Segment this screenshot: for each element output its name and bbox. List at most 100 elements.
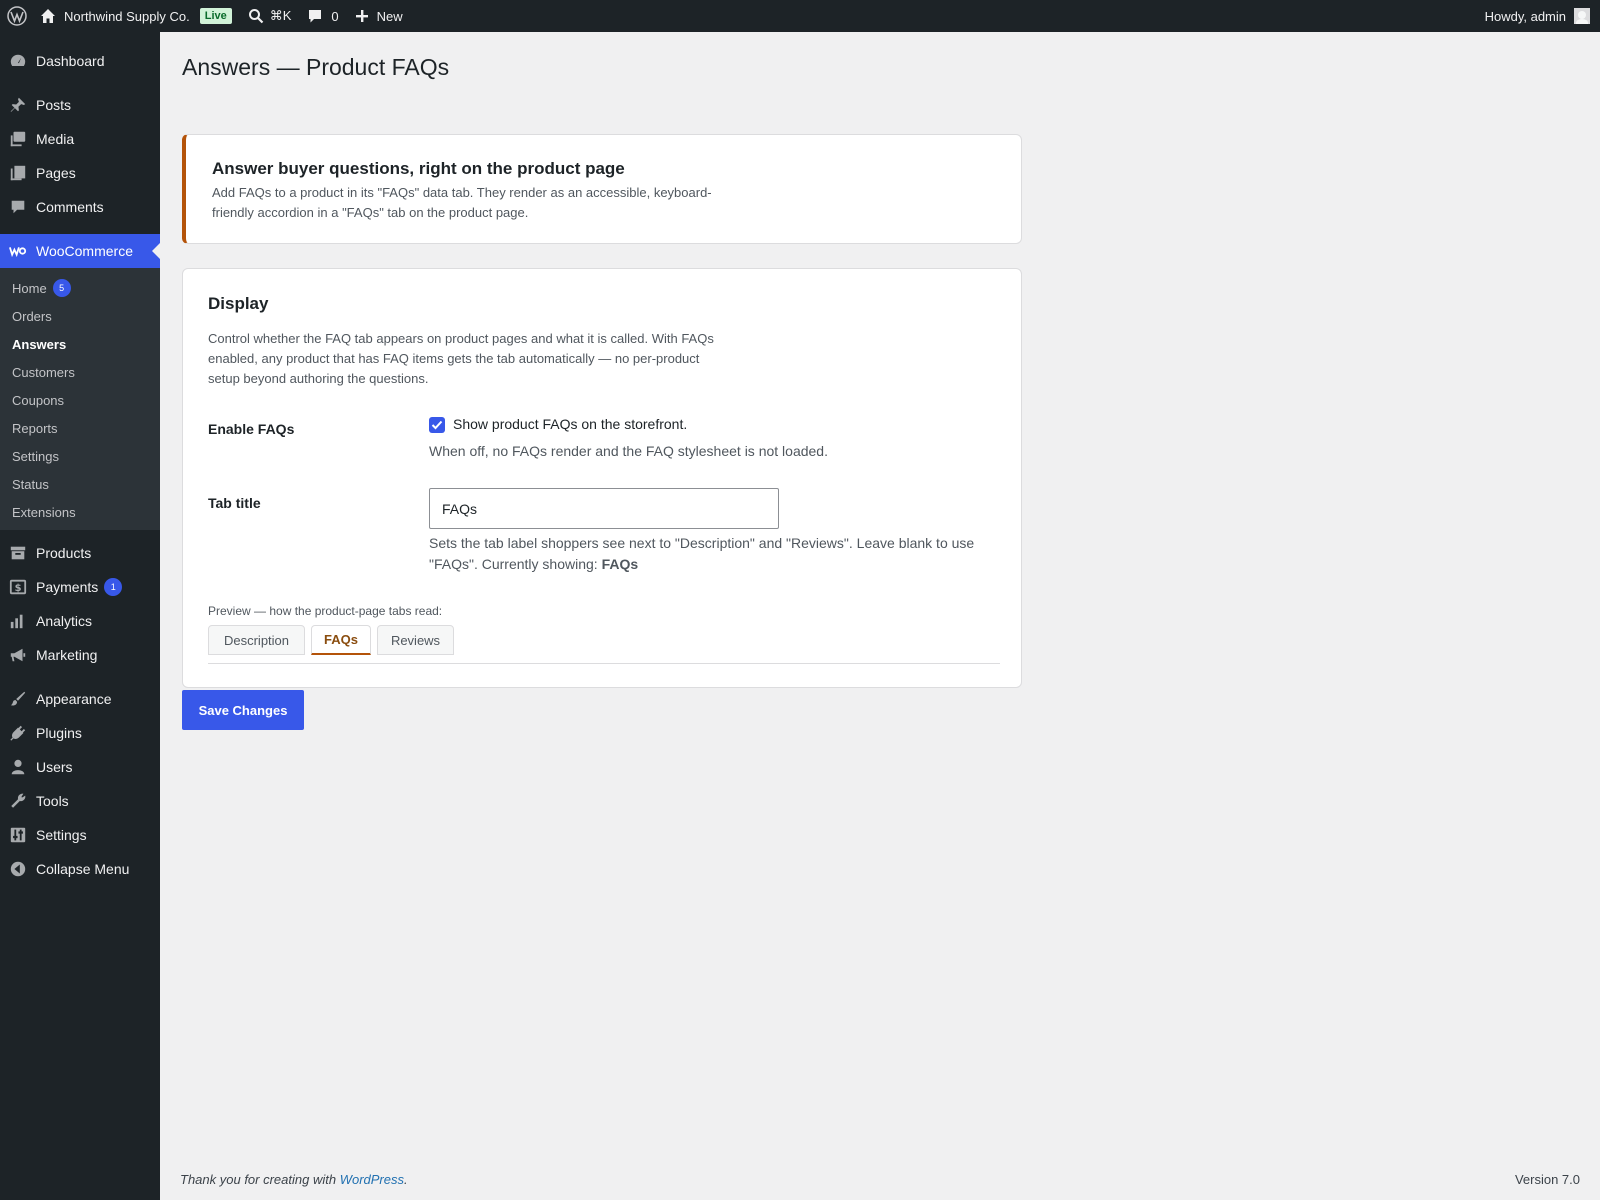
enable-faqs-help: When off, no FAQs render and the FAQ sty… (429, 443, 828, 459)
sidebar-item-users[interactable]: Users (0, 750, 160, 784)
sidebar-item-label: Payments (36, 579, 99, 595)
sidebar-item-tools[interactable]: Tools (0, 784, 160, 818)
command-search-button[interactable]: ⌘K (240, 0, 300, 32)
footer-thanks-suffix: . (404, 1172, 408, 1187)
admin-footer: Thank you for creating with WordPress. V… (180, 1172, 1580, 1187)
submenu-item-settings[interactable]: Settings (12, 446, 59, 466)
enable-faqs-checkbox[interactable] (429, 417, 445, 433)
sidebar-item-label: Appearance (36, 691, 112, 707)
submenu-item-reports[interactable]: Reports (12, 418, 58, 438)
megaphone-icon (0, 646, 36, 664)
sidebar-item-label: Dashboard (36, 53, 105, 69)
footer-version: Version 7.0 (1514, 1172, 1580, 1187)
svg-text:$: $ (15, 583, 22, 594)
payments-count-badge: 1 (104, 578, 123, 596)
preview-tab-description: Description (208, 625, 305, 655)
avatar (1574, 8, 1590, 24)
sidebar-item-label: Plugins (36, 725, 82, 741)
sidebar-item-analytics[interactable]: Analytics (0, 604, 160, 638)
sidebar-item-marketing[interactable]: Marketing (0, 638, 160, 672)
enable-faqs-checkbox-label[interactable]: Show product FAQs on the storefront. (453, 416, 687, 432)
submenu-item-label: Status (12, 476, 49, 492)
tab-title-input[interactable] (429, 488, 779, 529)
woocommerce-submenu: Home 5 Orders Answers Customers Coupons … (0, 268, 160, 530)
intro-notice: Answer buyer questions, right on the pro… (182, 134, 1022, 244)
tab-title-help: Sets the tab label shoppers see next to … (429, 533, 979, 575)
comments-count: 0 (331, 8, 339, 24)
wrench-icon (0, 792, 36, 810)
submenu-item-label: Extensions (12, 504, 76, 520)
submenu-item-home[interactable]: Home 5 (12, 278, 71, 298)
sidebar-item-label: Collapse Menu (36, 861, 130, 877)
notice-text: Add FAQs to a product in its "FAQs" data… (212, 185, 712, 220)
site-name-link[interactable]: Northwind Supply Co. Live (34, 0, 240, 32)
submenu-item-orders[interactable]: Orders (12, 306, 52, 326)
sidebar-item-label: Comments (36, 199, 104, 215)
home-count-badge: 5 (52, 279, 71, 297)
sidebar-item-media[interactable]: Media (0, 122, 160, 156)
sidebar-item-dashboard[interactable]: Dashboard (0, 44, 160, 78)
sidebar-item-label: Media (36, 131, 75, 147)
brush-icon (0, 690, 36, 708)
sidebar-item-payments[interactable]: $ Payments 1 (0, 570, 160, 604)
collapse-menu-button[interactable]: Collapse Menu (0, 852, 160, 886)
comment-bubble-icon (309, 10, 322, 23)
sidebar-item-plugins[interactable]: Plugins (0, 716, 160, 750)
submenu-item-label: Reports (12, 420, 58, 436)
footer-thanks-text: Thank you for creating with (180, 1172, 340, 1187)
sidebar-item-label: Settings (36, 827, 87, 843)
enable-faqs-label: Enable FAQs (208, 421, 295, 437)
sliders-icon (0, 826, 36, 844)
page-title: Answers — Product FAQs (182, 54, 450, 80)
chart-icon (0, 612, 36, 630)
sidebar-item-settings[interactable]: Settings (0, 818, 160, 852)
preview-tab-faqs: FAQs (311, 625, 371, 655)
sidebar-item-appearance[interactable]: Appearance (0, 682, 160, 716)
sidebar-item-label: Pages (36, 165, 76, 181)
sidebar-item-posts[interactable]: Posts (0, 88, 160, 122)
sidebar-item-label: Tools (36, 793, 69, 809)
submenu-item-extensions[interactable]: Extensions (12, 502, 76, 522)
plus-icon (355, 10, 368, 22)
sidebar-item-products[interactable]: Products (0, 536, 160, 570)
search-shortcut: ⌘K (269, 8, 292, 23)
wordpress-logo-icon[interactable] (0, 0, 34, 32)
submenu-item-label: Answers (12, 336, 67, 352)
submenu-item-status[interactable]: Status (12, 474, 49, 494)
display-settings-card: Display Control whether the FAQ tab appe… (182, 268, 1022, 688)
admin-bar: Northwind Supply Co. Live ⌘K 0 New Howdy… (0, 0, 1600, 32)
user-icon (0, 758, 36, 776)
submenu-item-coupons[interactable]: Coupons (12, 390, 64, 410)
live-badge: Live (199, 8, 232, 24)
footer-thanks: Thank you for creating with WordPress. (180, 1172, 408, 1187)
greeting: Howdy, admin (1484, 8, 1566, 24)
sidebar-item-woocommerce[interactable]: WooCommerce (0, 234, 160, 268)
preview-tab-reviews: Reviews (377, 625, 454, 655)
wordpress-link[interactable]: WordPress (340, 1172, 404, 1187)
pages-icon (0, 164, 36, 182)
sidebar-item-label: Marketing (36, 647, 98, 663)
dollar-icon: $ (0, 578, 36, 596)
new-label: New (376, 8, 403, 24)
comment-icon (0, 198, 36, 216)
submenu-item-label: Settings (12, 448, 59, 464)
new-content-button[interactable]: New (347, 0, 411, 32)
submenu-item-answers[interactable]: Answers (12, 334, 66, 354)
section-description: Control whether the FAQ tab appears on p… (208, 331, 714, 386)
sidebar-item-pages[interactable]: Pages (0, 156, 160, 190)
sidebar-item-label: Products (36, 545, 92, 561)
sidebar-item-label: Users (36, 759, 73, 775)
sidebar-item-comments[interactable]: Comments (0, 190, 160, 224)
collapse-icon (0, 860, 36, 878)
search-icon (248, 9, 264, 24)
section-heading: Display (208, 294, 269, 313)
preview-tabs: Description FAQs Reviews (208, 625, 1000, 664)
my-account-menu[interactable]: Howdy, admin (1477, 0, 1600, 32)
submenu-item-customers[interactable]: Customers (12, 362, 75, 382)
dashboard-icon (0, 52, 36, 70)
submenu-item-label: Orders (12, 308, 52, 324)
plug-icon (0, 724, 36, 742)
save-changes-button[interactable]: Save Changes (182, 690, 304, 730)
comments-link[interactable]: 0 (299, 0, 346, 32)
admin-sidebar: Dashboard Posts Media Pages Comments Woo… (0, 32, 160, 1200)
